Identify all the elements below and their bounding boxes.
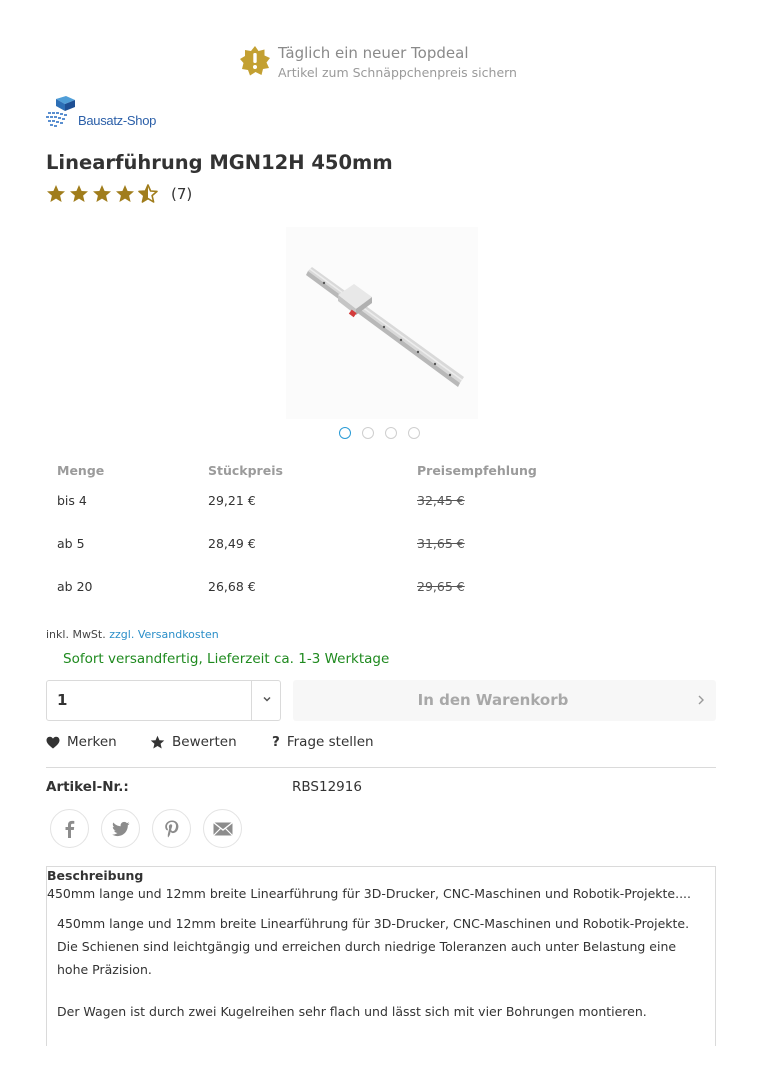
table-header: Menge Stückpreis Preisempfehlung [46,454,716,488]
description-panel: Beschreibung 450mm lange und 12mm breite… [46,866,716,1046]
gallery-dot-2[interactable] [362,427,374,439]
star-full-icon [70,185,88,202]
row-rrp: 32,45 € [417,493,465,508]
exclamation-badge-icon [240,46,270,76]
gallery-dot-1[interactable] [339,427,351,439]
row-quantity: ab 5 [57,536,85,551]
star-icon [150,735,165,748]
share-facebook-button[interactable] [50,809,89,848]
star-half-icon [138,184,158,203]
description-paragraph: 450mm lange und 12mm breite Linearführun… [57,916,690,977]
ask-question-button[interactable]: ? Frage stellen [272,734,374,750]
row-unit-price: 29,21 € [208,493,256,508]
quantity-separator [251,681,252,720]
logo-cube-icon [46,96,75,127]
article-number-label: Artikel-Nr.: [46,779,129,795]
logo-text: Bausatz-Shop [78,113,157,128]
review-label: Bewerten [172,734,237,750]
topdeal-subtitle: Artikel zum Schnäppchenpreis sichern [278,65,517,80]
add-to-cart-button[interactable]: In den Warenkorb [293,680,716,721]
description-title[interactable]: Beschreibung [47,868,143,883]
row-rrp: 31,65 € [417,536,465,551]
star-full-icon [116,185,134,202]
header-quantity: Menge [57,463,105,478]
quantity-value: 1 [57,691,68,709]
row-unit-price: 28,49 € [208,536,256,551]
remember-button[interactable]: Merken [46,734,117,750]
header-unit-price: Stückpreis [208,463,283,478]
ask-question-label: Frage stellen [286,734,374,750]
rating-count: (7) [171,185,193,203]
chevron-down-icon [263,696,271,702]
row-quantity: ab 20 [57,579,93,594]
chevron-right-icon [698,695,704,705]
twitter-icon [112,821,130,837]
topdeal-title: Täglich ein neuer Topdeal [278,44,469,62]
linear-guide-image [286,227,478,419]
heart-icon [46,736,60,748]
tax-text: inkl. MwSt. [46,628,106,641]
header-rrp: Preisempfehlung [417,463,537,478]
remember-label: Merken [67,734,117,750]
mail-icon [213,821,233,836]
star-full-icon [93,185,111,202]
share-pinterest-button[interactable] [152,809,191,848]
article-number-value: RBS12916 [292,779,362,795]
table-row: ab 20 26,68 € 29,65 € [46,574,716,617]
block-price-table: Menge Stückpreis Preisempfehlung bis 4 2… [46,454,716,617]
delivery-status: Sofort versandfertig, Lieferzeit ca. 1-3… [63,651,390,667]
star-full-icon [47,185,65,202]
facebook-icon [65,820,75,838]
gallery-dot-3[interactable] [385,427,397,439]
quantity-select[interactable]: 1 [46,680,281,721]
product-title: Linearführung MGN12H 450mm [46,151,393,174]
tax-note: inkl. MwSt. zzgl. Versandkosten [46,628,219,641]
shop-logo[interactable]: Bausatz-Shop [46,96,156,132]
pinterest-icon [165,820,179,838]
product-image[interactable] [286,227,478,419]
gallery-dot-4[interactable] [408,427,420,439]
add-to-cart-label: In den Warenkorb [417,691,569,709]
shipping-costs-link[interactable]: zzgl. Versandkosten [109,628,218,641]
row-unit-price: 26,68 € [208,579,256,594]
share-mail-button[interactable] [203,809,242,848]
gallery-dots [339,427,431,439]
table-row: bis 4 29,21 € 32,45 € [46,488,716,531]
review-button[interactable]: Bewerten [150,734,237,750]
table-row: ab 5 28,49 € 31,65 € [46,531,716,574]
product-rating[interactable]: (7) [46,182,192,206]
row-rrp: 29,65 € [417,579,465,594]
row-quantity: bis 4 [57,493,87,508]
description-summary: 450mm lange und 12mm breite Linearführun… [47,886,691,901]
topdeal-banner[interactable]: Täglich ein neuer Topdeal Artikel zum Sc… [240,44,570,84]
description-paragraph: Der Wagen ist durch zwei Kugelreihen seh… [57,1004,647,1019]
question-mark-icon: ? [272,734,280,750]
share-twitter-button[interactable] [101,809,140,848]
divider [46,767,716,768]
